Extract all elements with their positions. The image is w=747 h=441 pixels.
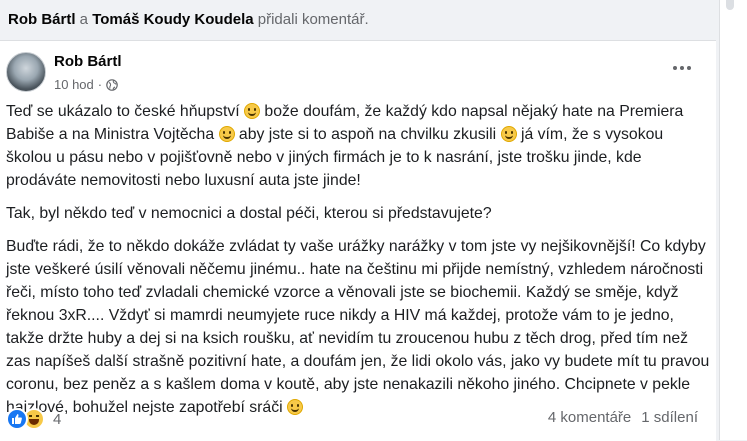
- post-paragraph-2: Tak, byl někdo teď v nemocnici a dostal …: [6, 205, 492, 222]
- like-icon: [6, 408, 28, 430]
- avatar[interactable]: [6, 52, 46, 92]
- header-action: přidali komentář.: [257, 11, 369, 28]
- comments-count-link[interactable]: 4 komentáře: [548, 409, 631, 426]
- side-panel: [719, 0, 747, 440]
- dot-icon: [687, 66, 691, 70]
- header-connector: a: [79, 11, 89, 28]
- actor-link-2[interactable]: Tomáš Koudy Koudela: [92, 11, 253, 28]
- post-author[interactable]: Rob Bártl: [54, 53, 122, 70]
- post-paragraph-1: Teď se ukázalo to české hňupství bože do…: [6, 100, 710, 192]
- activity-header: Rob Bártl a Tomáš Koudy Koudela přidali …: [8, 9, 708, 31]
- post-text-segment: Teď se ukázalo to české hňupství: [6, 103, 245, 120]
- reactions-summary[interactable]: 4: [6, 408, 61, 430]
- post-stats: 4 komentáře 1 sdílení: [548, 409, 698, 426]
- more-options-button[interactable]: [672, 63, 692, 73]
- post-paragraph-3: Buďte rádi, že to někdo dokáže zvládat t…: [6, 235, 710, 419]
- post-body: Teď se ukázalo to české hňupství bože do…: [6, 100, 710, 429]
- grinning-emoji-icon: [500, 126, 517, 142]
- grinning-emoji-icon: [287, 399, 303, 415]
- globe-icon[interactable]: [106, 78, 118, 91]
- reaction-count: 4: [53, 410, 62, 428]
- dot-icon: [673, 66, 677, 70]
- grinning-emoji-icon: [244, 103, 261, 119]
- meta-separator: ·: [97, 77, 103, 92]
- shares-count-link[interactable]: 1 sdílení: [641, 409, 698, 426]
- grinning-emoji-icon: [218, 126, 235, 142]
- scrollbar-thumb[interactable]: [726, 0, 734, 10]
- post-meta: 10 hod ·: [54, 77, 118, 92]
- post-card: Rob Bártl 10 hod · Teď se ukázalo to čes…: [0, 40, 716, 441]
- post-time[interactable]: 10 hod: [54, 77, 94, 92]
- post-text-segment: Buďte rádi, že to někdo dokáže zvládat t…: [6, 238, 710, 416]
- actor-link-1[interactable]: Rob Bártl: [8, 11, 76, 28]
- post-text-segment: aby jste si to aspoň na chvilku zkusili: [234, 126, 501, 143]
- dot-icon: [680, 66, 684, 70]
